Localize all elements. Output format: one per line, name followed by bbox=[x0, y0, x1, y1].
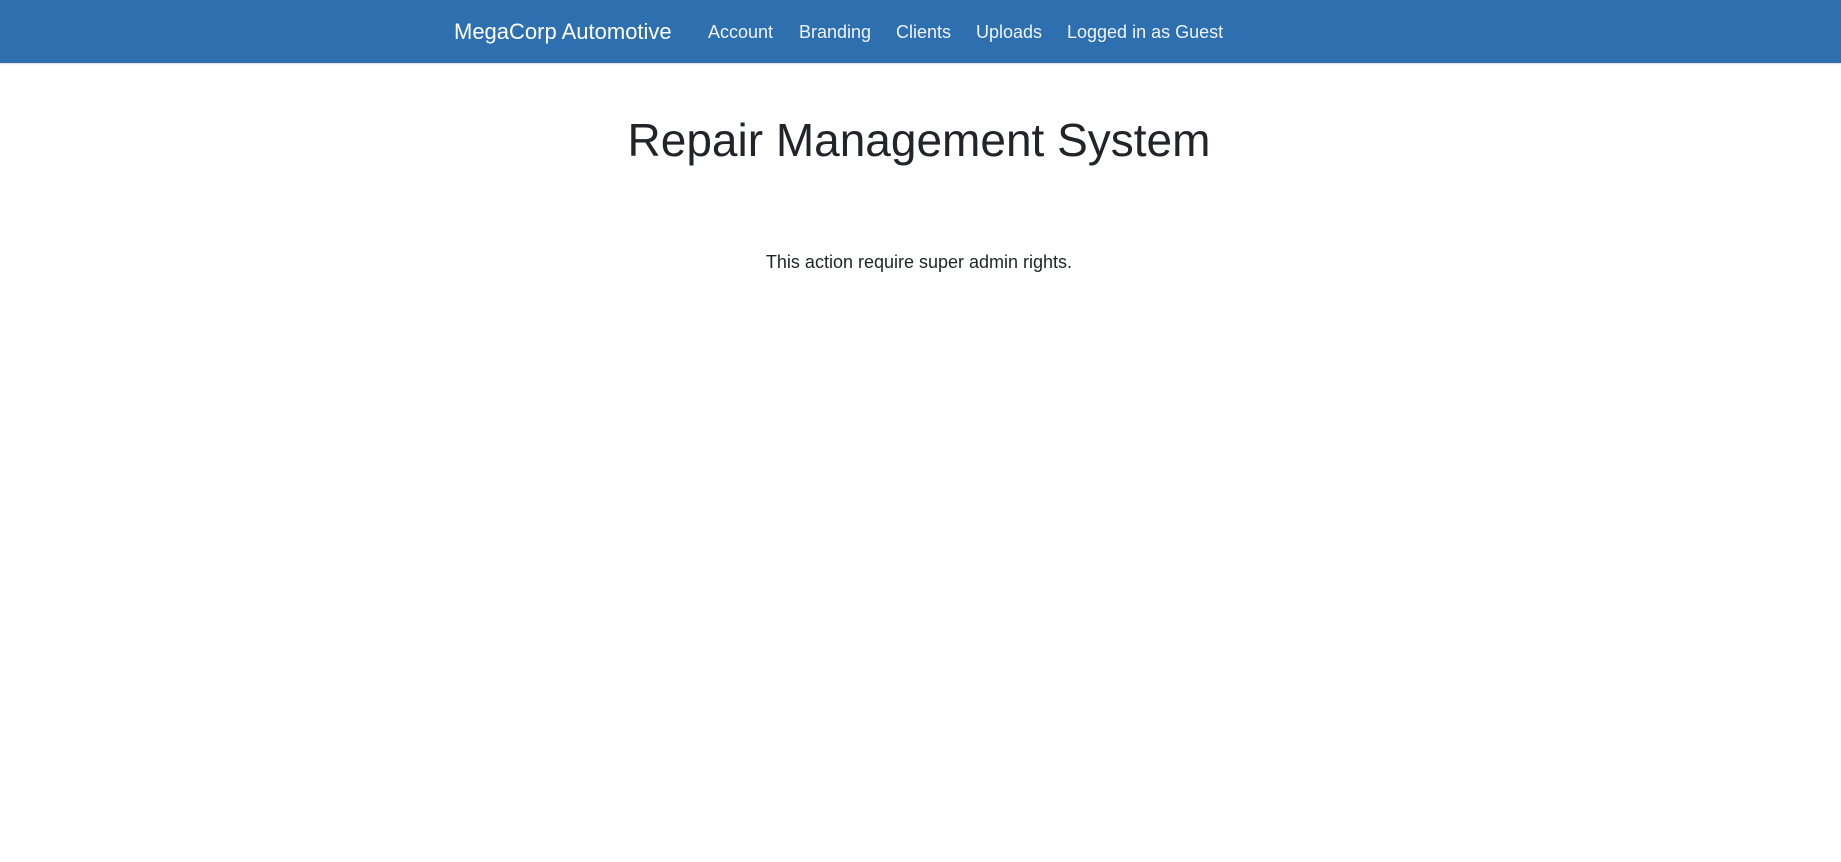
logged-in-user-link[interactable]: Logged in as Guest bbox=[1067, 21, 1223, 43]
nav-link-branding[interactable]: Branding bbox=[799, 21, 871, 43]
nav-link-account[interactable]: Account bbox=[708, 21, 773, 43]
permission-message: This action require super admin rights. bbox=[765, 252, 1073, 272]
page-title: Repair Management System bbox=[627, 114, 1211, 166]
top-navbar: MegaCorp Automotive Account Branding Cli… bbox=[0, 0, 1841, 63]
nav-link-uploads[interactable]: Uploads bbox=[976, 21, 1042, 43]
nav-link-clients[interactable]: Clients bbox=[896, 21, 951, 43]
brand-link[interactable]: MegaCorp Automotive bbox=[454, 19, 672, 45]
